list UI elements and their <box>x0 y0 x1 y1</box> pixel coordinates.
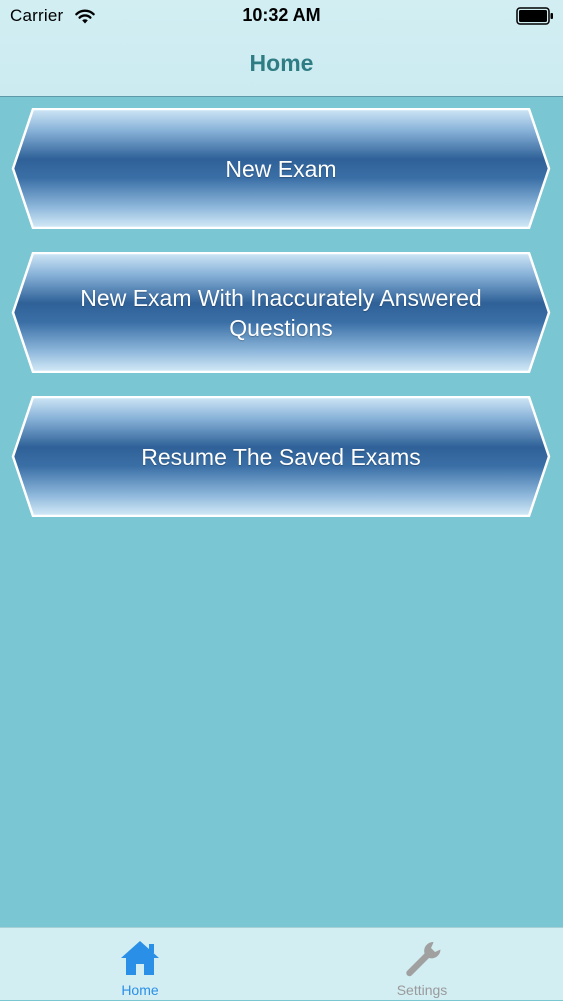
tab-settings-label: Settings <box>396 982 448 998</box>
main-content: New Exam New Exam With Inaccurately Answ… <box>0 97 563 927</box>
header-area: Carrier 10:32 AM Home <box>0 0 563 97</box>
page-title: Home <box>249 50 314 76</box>
wrench-icon <box>406 942 441 977</box>
new-exam-button[interactable]: New Exam <box>11 108 551 229</box>
tab-home[interactable]: Home <box>70 928 210 1001</box>
new-exam-label: New Exam <box>225 155 337 182</box>
battery-icon <box>516 7 553 25</box>
home-icon <box>121 941 159 975</box>
tab-settings[interactable]: Settings <box>352 928 492 1001</box>
new-exam-inaccurate-button[interactable]: New Exam With Inaccurately Answered Ques… <box>11 252 551 373</box>
status-bar: Carrier 10:32 AM <box>0 0 563 32</box>
resume-saved-exams-button[interactable]: Resume The Saved Exams <box>11 396 551 517</box>
new-exam-inaccurate-label: New Exam With Inaccurately Answered Ques… <box>80 284 482 341</box>
tab-home-label: Home <box>121 982 159 998</box>
resume-saved-exams-label: Resume The Saved Exams <box>141 443 421 470</box>
status-time: 10:32 AM <box>242 5 321 25</box>
tab-bar: Home Settings <box>0 927 563 1000</box>
